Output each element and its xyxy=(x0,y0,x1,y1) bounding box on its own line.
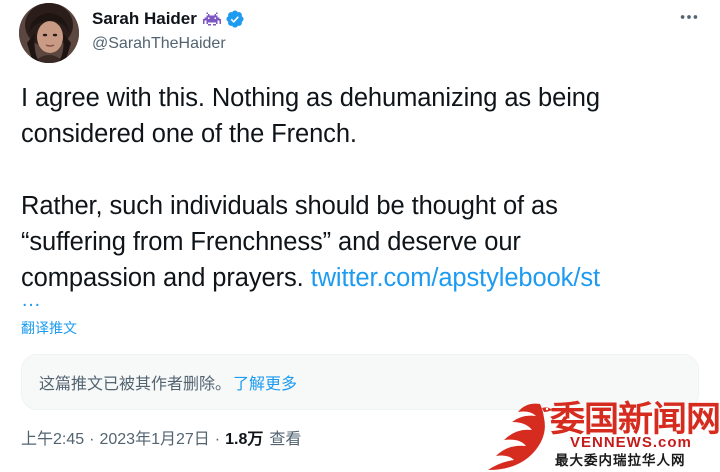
views-count: 1.8万 xyxy=(225,431,264,448)
tweet-text-line: considered one of the French. xyxy=(21,120,357,148)
deleted-notice-text: 这篇推文已被其作者删除。 xyxy=(39,376,232,393)
tweet-link[interactable]: twitter.com/apstylebook/st xyxy=(311,264,600,292)
tweet-time[interactable]: 上午2:45 xyxy=(21,428,84,452)
author-name[interactable]: Sarah Haider xyxy=(92,8,197,30)
tweet-card: Sarah Haider @SarahTheHaider I agree wit… xyxy=(0,0,720,472)
link-ellipsis[interactable]: … xyxy=(21,288,42,312)
space-invader-icon xyxy=(202,11,221,27)
author-name-row[interactable]: Sarah Haider xyxy=(92,8,245,30)
author-handle[interactable]: @SarahTheHaider xyxy=(92,34,226,54)
learn-more-link[interactable]: 了解更多 xyxy=(233,370,297,394)
meta-separator: · xyxy=(89,431,95,448)
verified-badge-icon xyxy=(225,9,245,29)
watermark-logo-icon xyxy=(488,403,552,470)
watermark-title: 委国新闻网 xyxy=(550,400,720,440)
meta-separator: · xyxy=(214,431,221,448)
tweet-text: I agree with this. Nothing as dehumanizi… xyxy=(21,80,711,296)
tweet-text-fragment: compassion and prayers. xyxy=(21,264,311,292)
tweet-meta: 上午2:45 · 2023年1月27日 · 1.8万 查看 xyxy=(21,428,301,452)
avatar[interactable] xyxy=(19,3,79,63)
site-watermark: 委国新闻网 VENNEWS.com 最大委内瑞拉华人网 xyxy=(478,400,720,472)
tweet-text-line: compassion and prayers. twitter.com/apst… xyxy=(21,260,711,296)
tweet-text-line: I agree with this. Nothing as dehumanizi… xyxy=(21,84,600,112)
more-options-button[interactable] xyxy=(676,6,702,32)
translate-tweet-link[interactable]: 翻译推文 xyxy=(21,318,77,338)
views-label: 查看 xyxy=(269,431,302,448)
watermark-subtitle: 最大委内瑞拉华人网 xyxy=(555,453,686,468)
watermark-url: VENNEWS.com xyxy=(570,434,692,451)
more-horizontal-icon xyxy=(678,6,700,33)
tweet-date[interactable]: 2023年1月27日 xyxy=(99,428,209,452)
tweet-text-line: “suffering from Frenchness” and deserve … xyxy=(21,228,521,256)
tweet-text-line: Rather, such individuals should be thoug… xyxy=(21,192,558,220)
